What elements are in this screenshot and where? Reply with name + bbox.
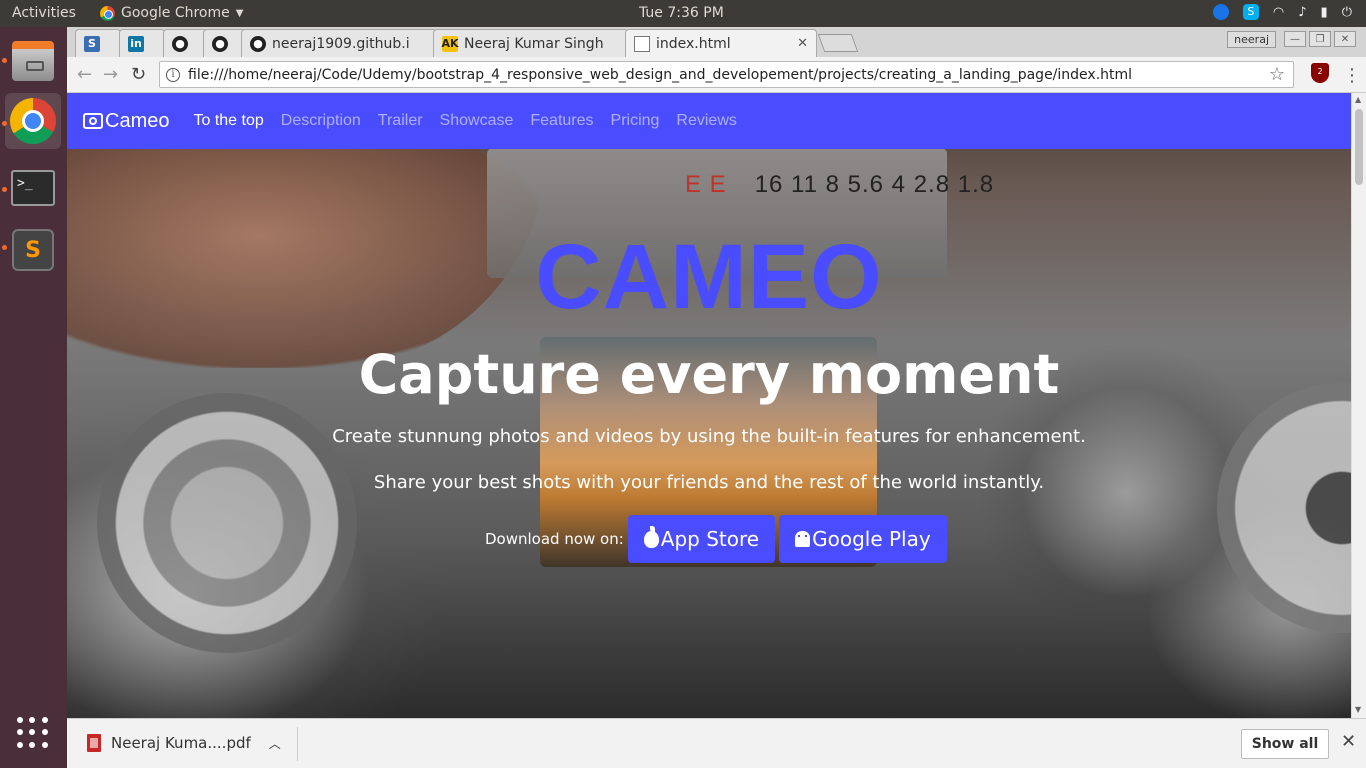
page-scrollbar[interactable]: ▲ ▼ xyxy=(1351,93,1366,718)
launcher: >_ S xyxy=(0,27,67,768)
download-label: Download now on: xyxy=(485,530,624,548)
wifi-icon[interactable]: ◠ xyxy=(1273,5,1284,20)
downloads-shelf: Neeraj Kuma....pdf ︿ Show all ✕ xyxy=(67,718,1366,768)
tab[interactable]: S xyxy=(75,29,121,57)
download-row: Download now on: App Store Google Play xyxy=(485,515,947,563)
site-favicon-icon: S xyxy=(84,35,100,52)
profile-button[interactable]: neeraj xyxy=(1227,31,1276,48)
tab-title: index.html xyxy=(656,35,731,52)
show-all-button[interactable]: Show all xyxy=(1241,729,1329,759)
chrome-icon xyxy=(100,5,115,21)
files-icon xyxy=(12,41,54,81)
app-menu[interactable]: Google Chrome ▼ xyxy=(100,5,243,21)
power-icon[interactable]: ⏻ xyxy=(1342,5,1352,20)
scroll-up-arrow-icon[interactable]: ▲ xyxy=(1355,95,1361,104)
app-store-button[interactable]: App Store xyxy=(627,515,776,563)
sublime-text-icon: S xyxy=(12,229,54,271)
address-bar[interactable]: i file:///home/neeraj/Code/Udemy/bootstr… xyxy=(159,61,1294,88)
ublock-extension-icon[interactable]: 2 xyxy=(1311,63,1329,83)
terminal-icon: >_ xyxy=(11,170,55,206)
hero-description-1: Create stunnung photos and videos by usi… xyxy=(332,426,1086,447)
ak-favicon-icon: AK xyxy=(441,35,459,52)
tab-title: neeraj1909.github.i xyxy=(272,35,410,52)
running-indicator xyxy=(2,245,7,250)
running-indicator xyxy=(2,121,7,126)
reload-icon[interactable]: ↻ xyxy=(131,64,146,85)
ublock-badge: 2 xyxy=(1317,67,1323,76)
activities-button[interactable]: Activities xyxy=(12,5,76,21)
info-icon[interactable]: i xyxy=(166,67,180,82)
tab-strip: S in ● ● ● neeraj1909.github.i AK Neeraj… xyxy=(67,27,1366,57)
system-tray: S ◠ ♪ ▮ ⏻ xyxy=(1212,4,1352,20)
launcher-chrome[interactable] xyxy=(5,93,61,149)
back-arrow-icon[interactable]: ← xyxy=(77,64,92,85)
app-menu-label: Google Chrome xyxy=(121,5,230,21)
scrollbar-thumb[interactable] xyxy=(1355,109,1363,185)
battery-icon[interactable]: ▮ xyxy=(1321,5,1328,20)
google-play-label: Google Play xyxy=(812,527,931,551)
chevron-down-icon: ▼ xyxy=(235,7,244,19)
chrome-icon xyxy=(10,98,56,144)
url-text: file:///home/neeraj/Code/Udemy/bootstrap… xyxy=(188,66,1133,83)
show-applications-icon[interactable] xyxy=(17,717,49,749)
window-controls: — ❐ ✕ xyxy=(1284,31,1356,47)
document-icon xyxy=(634,35,650,52)
running-indicator xyxy=(2,58,7,63)
close-icon[interactable]: ✕ xyxy=(1334,31,1356,47)
android-icon xyxy=(795,531,811,547)
launcher-sublime[interactable]: S xyxy=(5,222,61,278)
system-top-bar: Activities Google Chrome ▼ Tue 7:36 PM S… xyxy=(0,0,1366,27)
divider xyxy=(297,727,298,761)
tab[interactable]: ● neeraj1909.github.i xyxy=(241,29,437,57)
chevron-up-icon[interactable]: ︿ xyxy=(269,735,281,752)
scroll-down-arrow-icon[interactable]: ▼ xyxy=(1355,705,1361,714)
close-icon[interactable]: ✕ xyxy=(1341,731,1356,752)
minimize-icon[interactable]: — xyxy=(1284,31,1306,47)
menu-kebab-icon[interactable]: ⋮ xyxy=(1343,65,1361,86)
tab-active[interactable]: index.html ✕ xyxy=(625,29,817,57)
github-icon: ● xyxy=(212,35,228,52)
tab-title: Neeraj Kumar Singh xyxy=(464,35,604,52)
page-viewport: E E 16 11 8 5.6 4 2.8 1.8 Cameo To the to… xyxy=(67,93,1351,718)
new-tab-button[interactable] xyxy=(817,34,859,52)
hero-description-2: Share your best shots with your friends … xyxy=(373,472,1045,493)
running-indicator xyxy=(2,187,7,192)
github-icon: ● xyxy=(172,35,188,52)
hero-title: CAMEO xyxy=(535,226,883,328)
teamviewer-icon[interactable] xyxy=(1212,4,1229,20)
tab[interactable]: in xyxy=(119,29,165,57)
linkedin-icon: in xyxy=(128,35,144,52)
bookmark-star-icon[interactable]: ☆ xyxy=(1269,64,1285,85)
apple-icon xyxy=(643,525,659,548)
launcher-files[interactable] xyxy=(5,33,61,89)
forward-arrow-icon[interactable]: → xyxy=(103,64,118,85)
google-play-button[interactable]: Google Play xyxy=(779,515,947,563)
app-store-label: App Store xyxy=(660,527,760,551)
github-icon: ● xyxy=(250,35,266,52)
download-item[interactable]: Neeraj Kuma....pdf ︿ xyxy=(87,734,281,752)
skype-icon[interactable]: S xyxy=(1242,4,1259,20)
pdf-file-icon xyxy=(87,734,101,752)
download-filename: Neeraj Kuma....pdf xyxy=(111,734,251,752)
tab[interactable]: AK Neeraj Kumar Singh xyxy=(433,29,629,57)
launcher-terminal[interactable]: >_ xyxy=(5,160,61,216)
maximize-icon[interactable]: ❐ xyxy=(1309,31,1331,47)
hero-content: CAMEO Capture every moment Create stunnu… xyxy=(67,93,1351,718)
browser-toolbar: ← → ↻ i file:///home/neeraj/Code/Udemy/b… xyxy=(67,57,1366,93)
clock[interactable]: Tue 7:36 PM xyxy=(639,5,724,21)
close-tab-icon[interactable]: ✕ xyxy=(797,36,808,51)
hero-tagline: Capture every moment xyxy=(358,343,1060,406)
volume-icon[interactable]: ♪ xyxy=(1298,5,1306,20)
